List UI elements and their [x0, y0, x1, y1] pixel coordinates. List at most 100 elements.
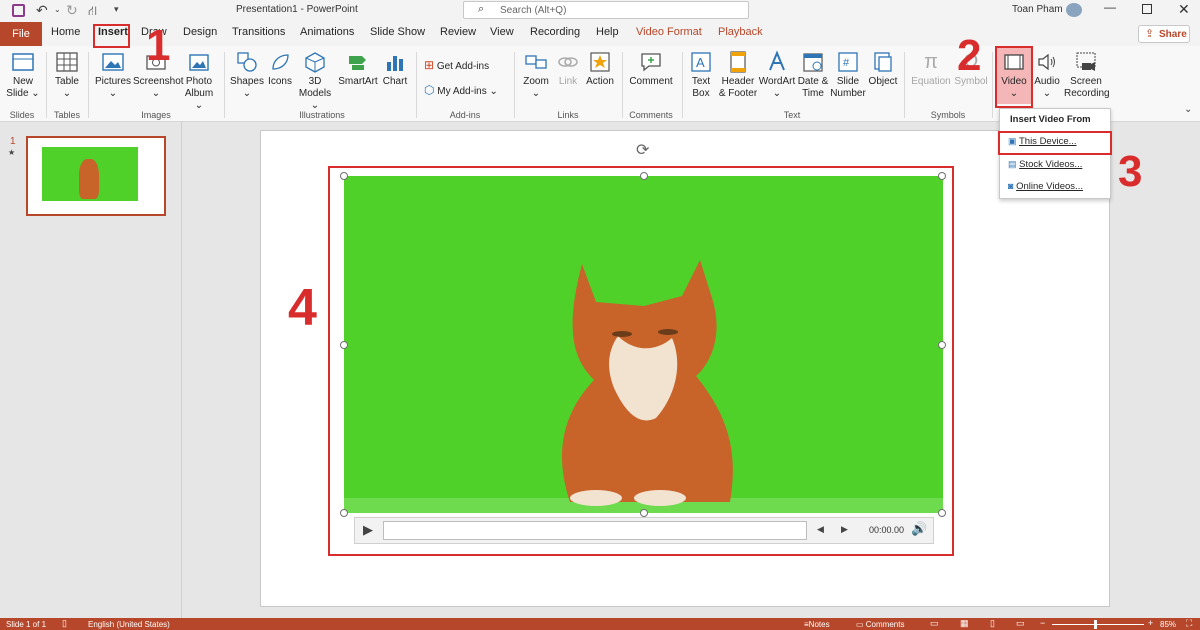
link-button[interactable]: Link	[554, 50, 582, 88]
tab-recording[interactable]: Recording	[530, 26, 580, 38]
slide-sorter-icon[interactable]: ▦	[960, 618, 969, 629]
group-label-tables: Tables	[53, 110, 80, 120]
tab-file[interactable]: File	[0, 22, 42, 46]
collapse-ribbon-icon[interactable]: ⌄	[1184, 104, 1192, 115]
screen-recording-button[interactable]: Screen Recording	[1064, 50, 1110, 100]
photo-album-button[interactable]: Photo Album ⌄	[182, 50, 216, 112]
accessibility-icon[interactable]: ▯	[62, 618, 67, 629]
group-separator	[992, 52, 993, 118]
comments-button[interactable]: ▭ Comments	[856, 620, 904, 629]
tab-design[interactable]: Design	[183, 26, 217, 38]
zoom-in-icon[interactable]: +	[1148, 618, 1153, 628]
my-addins-button[interactable]: ⬡ My Add-ins ⌄	[424, 83, 498, 97]
rotate-handle-icon[interactable]: ⟳	[636, 140, 649, 160]
icons-button[interactable]: Icons	[266, 50, 294, 88]
tab-view[interactable]: View	[490, 26, 514, 38]
header-footer-icon	[730, 51, 746, 73]
user-name[interactable]: Toan Pham	[1012, 4, 1063, 15]
maximize-icon[interactable]	[1142, 4, 1152, 14]
insert-video-menu-title: Insert Video From	[1010, 114, 1091, 125]
annotation-2: 2	[957, 31, 982, 80]
zoom-slider-thumb[interactable]	[1094, 620, 1097, 629]
table-button[interactable]: Table ⌄	[52, 50, 82, 100]
object-label: Object	[868, 76, 898, 87]
reading-view-icon[interactable]: ▯	[990, 618, 995, 629]
action-button[interactable]: Action	[584, 50, 616, 88]
date-time-label-2: Time	[802, 88, 824, 99]
tab-animations[interactable]: Animations	[300, 26, 354, 38]
shapes-label: Shapes	[230, 76, 264, 87]
zoom-level[interactable]: 85%	[1160, 620, 1176, 629]
chart-button[interactable]: Chart	[380, 50, 410, 88]
svg-text:A: A	[696, 55, 705, 70]
tab-slide-show[interactable]: Slide Show	[370, 26, 425, 38]
avatar[interactable]	[1066, 3, 1082, 17]
slide-number-button[interactable]: # Slide Number	[830, 50, 866, 100]
undo-dropdown-icon[interactable]: ⌄	[54, 5, 61, 14]
wordart-button[interactable]: WordArt ⌄	[758, 50, 796, 100]
menu-item-stock-videos[interactable]: ▤ Stock Videos...	[1008, 159, 1082, 170]
wordart-label: WordArt	[758, 76, 796, 87]
equation-button[interactable]: π Equation	[908, 50, 954, 88]
status-language[interactable]: English (United States)	[88, 620, 170, 629]
thumbnail-cat	[79, 159, 99, 199]
date-time-button[interactable]: Date & Time	[796, 50, 830, 100]
notes-button[interactable]: ≡Notes	[804, 620, 830, 629]
slideshow-view-icon[interactable]: ▭	[1016, 618, 1025, 629]
present-icon[interactable]: ⛙	[88, 3, 97, 21]
shapes-button[interactable]: Shapes ⌄	[230, 50, 264, 100]
tab-transitions[interactable]: Transitions	[232, 26, 285, 38]
slide-thumbnail[interactable]	[26, 136, 166, 216]
customize-qat-icon[interactable]: ▾	[114, 4, 119, 15]
fit-slide-icon[interactable]: ⛶	[1186, 618, 1192, 629]
undo-icon[interactable]: ↶	[36, 2, 48, 19]
annotation-1: 1	[146, 21, 171, 70]
group-separator	[224, 52, 225, 118]
pictures-button[interactable]: Pictures ⌄	[94, 50, 132, 100]
zoom-button[interactable]: Zoom ⌄	[520, 50, 552, 100]
photo-album-label-1: Photo	[185, 76, 213, 87]
zoom-icon	[525, 55, 547, 69]
tab-review[interactable]: Review	[440, 26, 476, 38]
normal-view-icon[interactable]: ▭	[930, 618, 939, 629]
minimize-icon[interactable]: —	[1104, 0, 1116, 14]
header-footer-button[interactable]: Header & Footer	[718, 50, 758, 100]
new-slide-button[interactable]: New Slide ⌄	[6, 50, 40, 100]
share-button[interactable]: ⇪ Share	[1138, 25, 1190, 43]
zoom-out-icon[interactable]: −	[1040, 618, 1045, 628]
my-addins-label: My Add-ins	[437, 86, 487, 97]
tab-playback[interactable]: Playback	[718, 26, 763, 38]
share-icon: ⇪	[1145, 28, 1155, 40]
text-box-button[interactable]: A Text Box	[686, 50, 716, 100]
slide-thumbnail-pane: 1 ★	[0, 122, 182, 618]
comment-button[interactable]: Comment	[628, 50, 674, 88]
screen-recording-icon	[1076, 52, 1096, 71]
audio-button[interactable]: Audio ⌄	[1032, 50, 1062, 100]
comments-icon: ▭	[856, 620, 866, 629]
3d-models-button[interactable]: 3D Models ⌄	[296, 50, 334, 112]
link-icon	[558, 57, 578, 67]
slide-number-label-1: Slide	[836, 76, 860, 87]
zoom-slider[interactable]	[1052, 624, 1144, 625]
svg-text:#: #	[843, 57, 850, 69]
search-box[interactable]: ⌕ Search (Alt+Q)	[463, 1, 749, 19]
object-button[interactable]: Object	[866, 50, 900, 88]
tab-home[interactable]: Home	[51, 26, 80, 38]
3d-models-label-2: Models	[298, 88, 332, 99]
close-icon[interactable]: ✕	[1178, 1, 1190, 18]
shapes-icon	[237, 52, 257, 72]
search-placeholder: Search (Alt+Q)	[500, 5, 567, 16]
redo-icon[interactable]: ↻	[66, 2, 78, 19]
tab-video-format[interactable]: Video Format	[636, 26, 702, 38]
stock-video-icon: ▤	[1008, 159, 1017, 169]
menu-item-online-videos[interactable]: ◙ Online Videos...	[1008, 181, 1083, 192]
tab-help[interactable]: Help	[596, 26, 619, 38]
new-slide-label-1: New	[12, 76, 33, 87]
menu-item-online-videos-label: Online Videos...	[1016, 181, 1083, 192]
save-icon[interactable]	[12, 4, 25, 17]
smartart-button[interactable]: SmartArt	[338, 50, 378, 88]
group-label-illustrations: Illustrations	[299, 110, 345, 120]
chart-icon	[387, 56, 403, 71]
slide-number-label-2: Number	[830, 88, 866, 99]
get-addins-button[interactable]: ⊞ Get Add-ins	[424, 58, 489, 72]
